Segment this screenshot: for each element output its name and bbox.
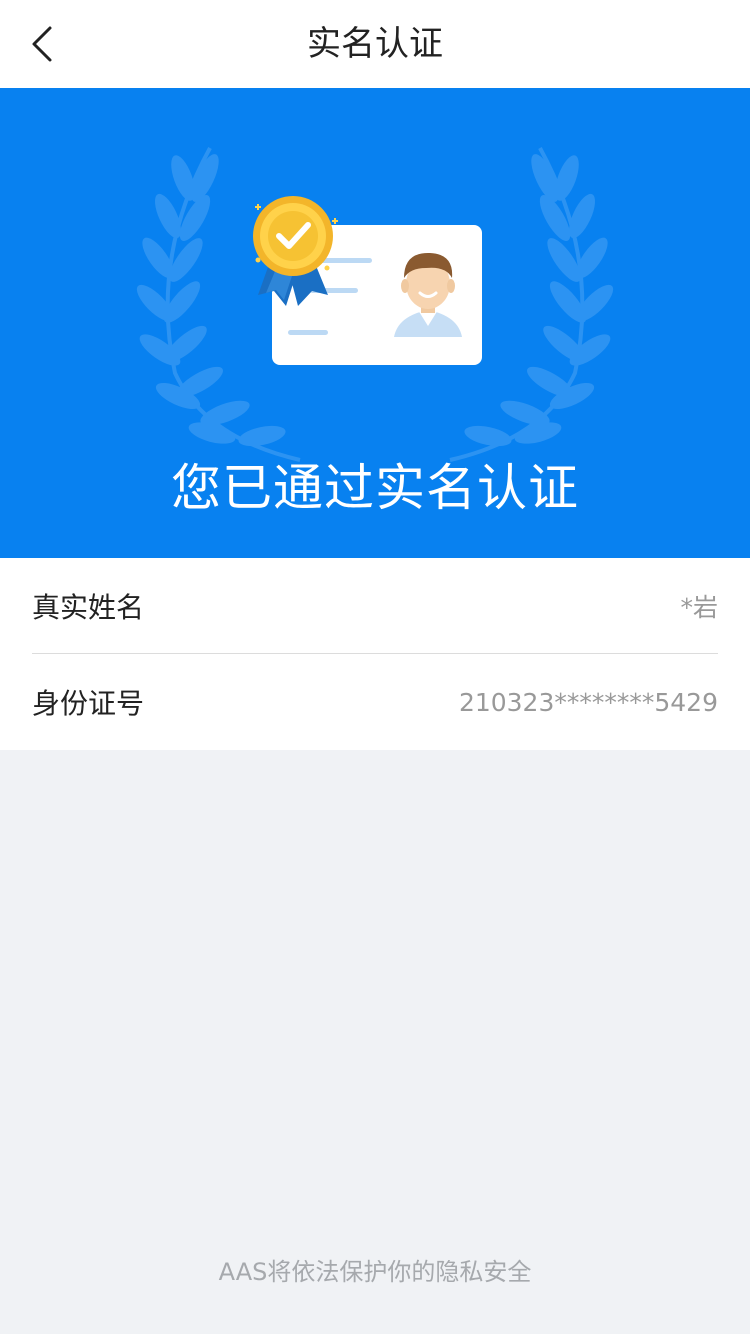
real-name-value: *岩 xyxy=(680,593,718,622)
real-name-row: 真实姓名 *岩 xyxy=(32,558,718,654)
nav-bar: 实名认证 xyxy=(0,0,750,88)
verification-status-text: 您已通过实名认证 xyxy=(171,459,579,517)
real-name-label: 真实姓名 xyxy=(32,591,145,624)
privacy-notice: AAS将依法保护你的隐私安全 xyxy=(218,1258,532,1286)
id-number-row: 身份证号 210323********5429 xyxy=(32,654,718,750)
id-number-value: 210323********5429 xyxy=(458,687,718,717)
verification-banner: 您已通过实名认证 xyxy=(0,88,750,558)
page-title: 实名认证 xyxy=(307,24,443,64)
verified-badge-icon xyxy=(253,196,333,276)
identity-info-card: 真实姓名 *岩 身份证号 210323********5429 xyxy=(0,558,750,750)
id-number-label: 身份证号 xyxy=(32,687,145,720)
